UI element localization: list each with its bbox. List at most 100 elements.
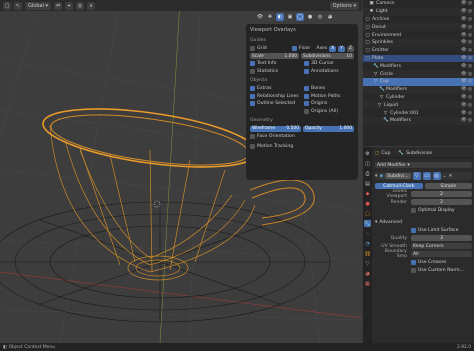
visibility-toggles[interactable]: 👁 ◎ — [461, 33, 472, 38]
outliner-row[interactable]: 🔧 Modifiers 👁 ◎ — [363, 85, 474, 94]
collapse-icon[interactable]: ▾ — [375, 174, 377, 179]
render-icon[interactable]: ◎ — [432, 172, 441, 180]
motion-tracking-checkbox[interactable] — [250, 144, 255, 150]
annotations-checkbox[interactable] — [304, 68, 309, 74]
visibility-toggles[interactable]: 👁 ◎ — [461, 25, 472, 30]
grid-checkbox[interactable] — [250, 46, 255, 52]
pivot-icon[interactable]: ⇌ — [54, 1, 63, 10]
dropdown-icon[interactable]: ⌄ — [443, 174, 447, 179]
modifier-tab-icon[interactable]: 🔧 — [364, 220, 371, 227]
snap-icon[interactable]: ⌖ — [65, 1, 74, 10]
visibility-toggles[interactable]: 👁 ◎ — [461, 95, 472, 100]
boundary-smooth-dropdown[interactable]: All — [411, 251, 472, 257]
wireframe-shading-icon[interactable]: ◯ — [296, 13, 304, 21]
visibility-toggles[interactable]: 👁 ◎ — [461, 56, 472, 61]
falloff-icon[interactable]: ∧ — [87, 1, 96, 10]
visibility-toggles[interactable]: 👁 ◎ — [461, 111, 472, 116]
motion-paths-checkbox[interactable] — [304, 93, 309, 99]
physics-tab-icon[interactable]: ◔ — [364, 240, 371, 247]
outliner-row[interactable]: ▢ Plate 👁 ◎ — [363, 54, 474, 63]
limit-surface-checkbox[interactable] — [411, 227, 416, 233]
visibility-toggles[interactable]: 👁 ◎ — [461, 87, 472, 92]
outline-selected-checkbox[interactable] — [250, 101, 255, 107]
cursor-tool-icon[interactable]: ↖ — [14, 1, 22, 10]
tool-tab-icon[interactable]: ⚙ — [364, 150, 371, 157]
realtime-icon[interactable]: ▭ — [422, 172, 431, 180]
edit-mode-icon[interactable]: ▽ — [412, 172, 421, 180]
solid-shading-icon[interactable]: ● — [306, 13, 314, 21]
outliner-row[interactable]: 🔧 Modifiers 👁 ◎ — [363, 116, 474, 125]
render-levels-field[interactable]: 2 — [411, 199, 472, 205]
relationship-lines-checkbox[interactable] — [250, 93, 255, 99]
axis-x-toggle[interactable]: X — [329, 45, 337, 52]
texture-tab-icon[interactable]: ▦ — [364, 280, 371, 287]
outliner-row[interactable]: ▽ Cylinder.001 👁 ◎ — [363, 109, 474, 117]
render-tab-icon[interactable]: ◫ — [364, 160, 371, 167]
outliner-row[interactable]: ▢ Environment 👁 ◎ — [363, 31, 474, 39]
face-orientation-checkbox[interactable] — [250, 133, 255, 139]
outliner-row[interactable]: ▽ Circle 👁 ◎ — [363, 70, 474, 78]
origins-checkbox[interactable] — [304, 101, 309, 107]
origins-all-checkbox[interactable] — [304, 108, 309, 114]
material-shading-icon[interactable]: ◍ — [316, 13, 324, 21]
opacity-field[interactable]: Opacity 1.000 — [303, 125, 354, 132]
custom-normals-checkbox[interactable] — [411, 267, 416, 273]
visibility-toggles[interactable]: 👁 ◎ — [461, 103, 472, 108]
options-dropdown[interactable]: Options ▾ — [329, 1, 359, 10]
outliner-row[interactable]: ▢ Sprinkles 👁 ◎ — [363, 38, 474, 47]
levels-viewport-field[interactable]: 2 — [411, 191, 472, 197]
gizmo-icon[interactable]: ✥ — [266, 13, 274, 21]
world-tab-icon[interactable]: ● — [364, 200, 371, 207]
simple-button[interactable]: Simple — [424, 183, 472, 189]
floor-checkbox[interactable] — [291, 46, 297, 52]
scene-tab-icon[interactable]: ◆ — [364, 190, 371, 197]
outliner-row[interactable]: ▢ Emitter 👁 ◎ — [363, 47, 474, 55]
particles-tab-icon[interactable]: ∴ — [364, 230, 371, 237]
visibility-toggles[interactable]: 👁 ◎ — [461, 72, 472, 77]
add-modifier-dropdown[interactable]: Add Modifier ▾ — [375, 162, 472, 168]
visibility-icon[interactable]: 👁 — [256, 13, 264, 21]
axis-z-toggle[interactable]: Z — [346, 45, 354, 52]
modifier-name-field[interactable]: Subdivi... — [385, 173, 411, 179]
visibility-toggles[interactable]: 👁 ◎ — [461, 1, 472, 6]
close-icon[interactable]: ✕ — [449, 174, 453, 179]
outliner-row[interactable]: ✹ Light 👁 ◎ — [363, 7, 474, 16]
statistics-checkbox[interactable] — [250, 68, 255, 74]
outliner-row[interactable]: ▽ Cup 👁 ◎ — [363, 77, 474, 86]
overlays-icon[interactable]: ◐ — [276, 13, 284, 21]
outliner-row[interactable]: ▽ Liquid 👁 ◎ — [363, 101, 474, 110]
outliner-row[interactable]: ▢ Archive 👁 ◎ — [363, 16, 474, 24]
visibility-toggles[interactable]: 👁 ◎ — [461, 64, 472, 69]
visibility-toggles[interactable]: 👁 ◎ — [461, 40, 472, 45]
object-tab-icon[interactable]: ▢ — [364, 210, 371, 217]
editor-type-icon[interactable]: ▢ — [3, 1, 11, 10]
extras-checkbox[interactable] — [250, 86, 255, 92]
optimal-display-checkbox[interactable] — [411, 207, 416, 213]
bones-checkbox[interactable] — [304, 86, 309, 92]
output-tab-icon[interactable]: ⎙ — [364, 170, 371, 177]
use-creases-checkbox[interactable] — [411, 259, 416, 265]
outliner-row[interactable]: ▽ Cylinder 👁 ◎ — [363, 94, 474, 102]
data-tab-icon[interactable]: ▽ — [364, 260, 371, 267]
outliner-row[interactable]: ▢ Donut 👁 ◎ — [363, 23, 474, 32]
proportional-icon[interactable]: ◎ — [76, 1, 85, 10]
3d-cursor-checkbox[interactable] — [304, 61, 309, 67]
visibility-toggles[interactable]: 👁 ◎ — [461, 79, 472, 84]
outliner-row[interactable]: 🔧 Modifiers 👁 ◎ — [363, 62, 474, 70]
visibility-toggles[interactable]: 👁 ◎ — [461, 48, 472, 53]
visibility-toggles[interactable]: 👁 ◎ — [461, 9, 472, 14]
xray-icon[interactable]: ▣ — [286, 13, 294, 21]
visibility-toggles[interactable]: 👁 ◎ — [461, 17, 472, 22]
wireframe-field[interactable]: Wireframe 0.500 — [250, 125, 301, 132]
outliner-row[interactable]: ▣ Camera 👁 ◎ — [363, 0, 474, 8]
constraints-tab-icon[interactable]: ⛓ — [364, 250, 371, 257]
orientation-dropdown[interactable]: Global ▾ — [25, 1, 52, 10]
rendered-shading-icon[interactable]: ◕ — [326, 13, 334, 21]
subdivisions-field[interactable]: Subdivisions 10 — [301, 53, 354, 60]
quality-field[interactable]: 3 — [411, 235, 472, 241]
visibility-toggles[interactable]: 👁 ◎ — [461, 118, 472, 123]
view-layer-tab-icon[interactable]: ▤ — [364, 180, 371, 187]
advanced-expand-icon[interactable]: ▾ — [375, 220, 377, 225]
text-info-checkbox[interactable] — [250, 61, 255, 67]
material-tab-icon[interactable]: ◕ — [364, 270, 371, 277]
